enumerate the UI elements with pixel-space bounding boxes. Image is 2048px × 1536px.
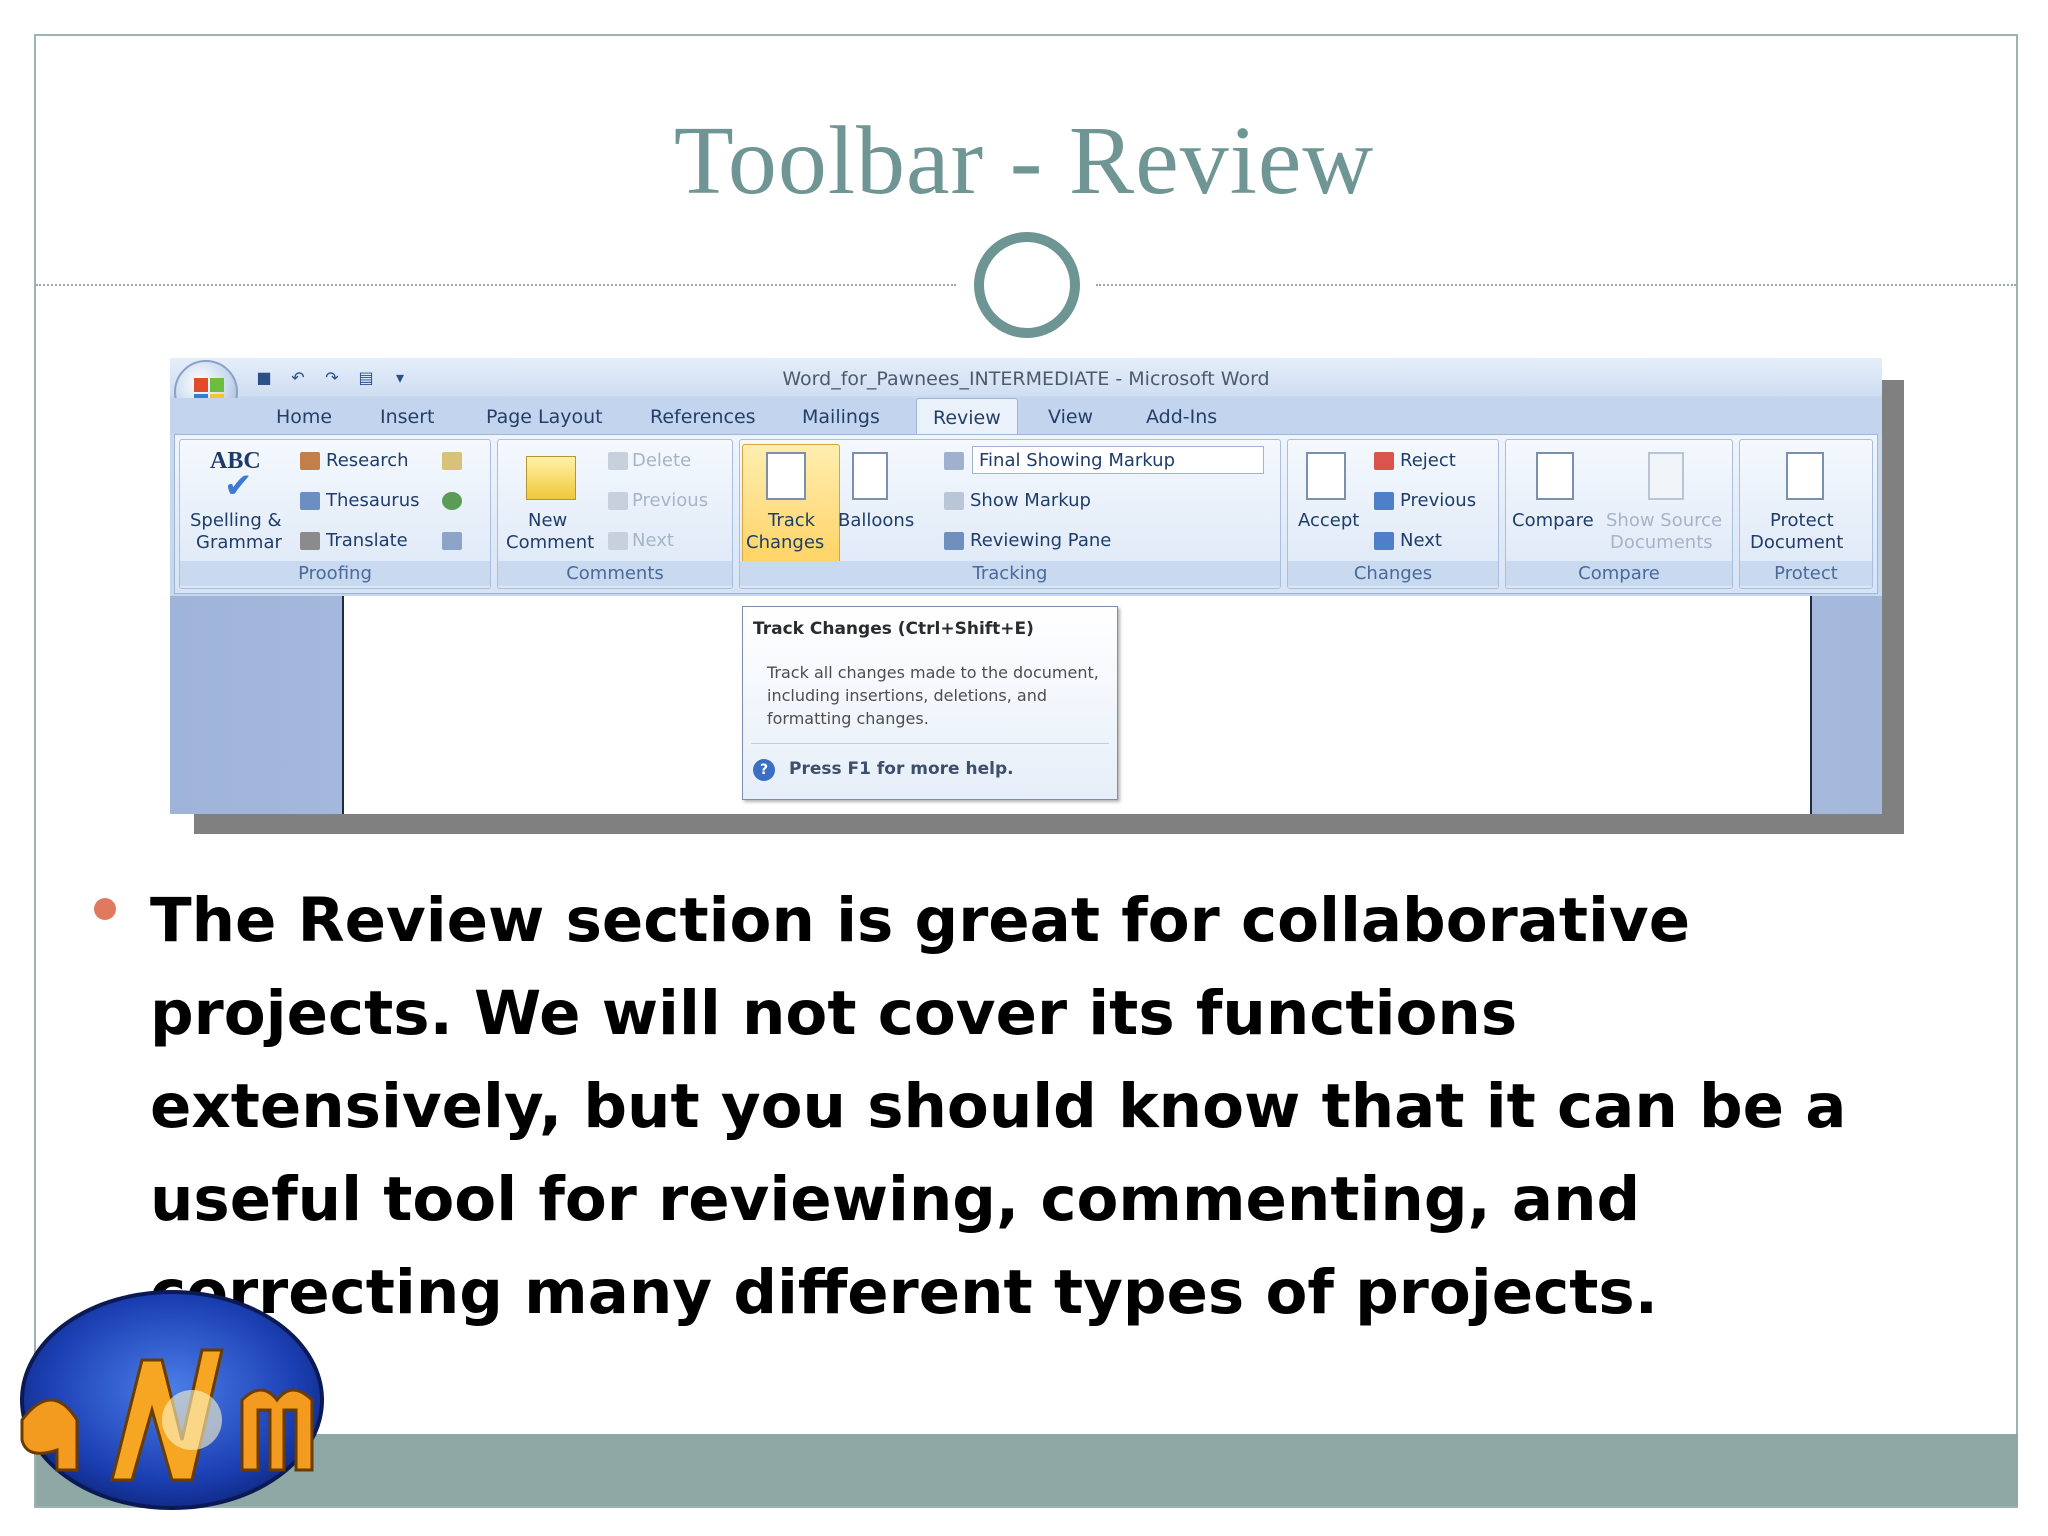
accept-icon xyxy=(1306,452,1346,500)
tab-insert[interactable]: Insert xyxy=(380,406,435,428)
proofing-group: ABC ✔ Spelling & Grammar Research Thesau… xyxy=(179,439,491,589)
tooltip-separator xyxy=(751,743,1109,744)
word-ribbon-screenshot: Word_for_Pawnees_INTERMEDIATE - Microsof… xyxy=(170,358,1882,814)
new-comment-icon xyxy=(526,456,576,500)
spelling-grammar-label-2: Grammar xyxy=(196,532,282,553)
track-changes-label-1: Track xyxy=(768,510,816,531)
title-circle-ornament xyxy=(974,232,1080,338)
tab-mailings[interactable]: Mailings xyxy=(802,406,880,428)
compare-icon xyxy=(1536,452,1574,500)
anm-logo xyxy=(20,1290,324,1510)
tooltip-help: Press F1 for more help. xyxy=(789,759,1014,779)
spelling-check-icon: ✔ xyxy=(224,466,253,506)
translation-tooltip-icon[interactable] xyxy=(442,452,462,470)
protect-group: Protect Document Protect xyxy=(1739,439,1873,589)
reject-icon xyxy=(1374,452,1394,470)
tracking-group-label: Tracking xyxy=(740,561,1280,586)
balloons-icon xyxy=(852,452,888,500)
compare-button[interactable]: Compare xyxy=(1512,510,1594,531)
translate-button[interactable]: Translate xyxy=(326,530,408,551)
tab-page-layout[interactable]: Page Layout xyxy=(486,406,603,428)
thesaurus-button[interactable]: Thesaurus xyxy=(326,490,419,511)
comments-group: New Comment Delete Previous Next Comment… xyxy=(497,439,733,589)
delete-comment-icon xyxy=(608,452,628,470)
tab-add-ins[interactable]: Add-Ins xyxy=(1146,406,1217,428)
title-divider-left xyxy=(36,284,956,286)
next-comment-icon xyxy=(608,532,628,550)
changes-group: Accept Reject Previous Next Changes xyxy=(1287,439,1499,589)
thesaurus-icon xyxy=(300,492,320,510)
show-source-documents-icon xyxy=(1648,452,1684,500)
tooltip-title: Track Changes (Ctrl+Shift+E) xyxy=(753,619,1034,639)
show-markup-icon xyxy=(944,492,964,510)
quick-access-toolbar: ■ ↶ ↷ ▤ ▾ xyxy=(252,366,412,390)
track-changes-tooltip: Track Changes (Ctrl+Shift+E) Track all c… xyxy=(742,606,1118,800)
reject-button[interactable]: Reject xyxy=(1400,450,1456,471)
previous-comment-icon xyxy=(608,492,628,510)
save-icon[interactable]: ■ xyxy=(252,367,276,389)
delete-comment-button[interactable]: Delete xyxy=(632,450,691,471)
research-button[interactable]: Research xyxy=(326,450,409,471)
reviewing-pane-button[interactable]: Reviewing Pane xyxy=(970,530,1111,551)
display-for-review-icon xyxy=(944,452,964,470)
footer-bar xyxy=(36,1434,2018,1506)
show-source-documents-button[interactable]: Show Source xyxy=(1606,510,1722,531)
undo-icon[interactable]: ↶ xyxy=(286,367,310,389)
show-source-documents-label-2: Documents xyxy=(1610,532,1713,553)
track-changes-label-2: Changes xyxy=(746,532,825,553)
reviewing-pane-icon xyxy=(944,532,964,550)
help-icon: ? xyxy=(753,759,775,781)
compare-group: Compare Show Source Documents Compare xyxy=(1505,439,1733,589)
comments-group-label: Comments xyxy=(498,561,732,586)
research-icon xyxy=(300,452,320,470)
bullet-text: The Review section is great for collabor… xyxy=(150,885,1847,1328)
set-language-icon[interactable] xyxy=(442,492,462,510)
next-comment-button[interactable]: Next xyxy=(632,530,674,551)
spelling-grammar-button[interactable]: Spelling & xyxy=(190,510,282,531)
tab-references[interactable]: References xyxy=(650,406,756,428)
window-title: Word_for_Pawnees_INTERMEDIATE - Microsof… xyxy=(782,368,1270,390)
accept-button[interactable]: Accept xyxy=(1298,510,1359,531)
translate-icon xyxy=(300,532,320,550)
new-comment-button[interactable]: New xyxy=(528,510,567,531)
redo-icon[interactable]: ↷ xyxy=(320,367,344,389)
tab-review[interactable]: Review xyxy=(916,398,1018,438)
balloons-button[interactable]: Balloons xyxy=(838,510,914,531)
tab-home[interactable]: Home xyxy=(276,406,332,428)
next-change-button[interactable]: Next xyxy=(1400,530,1442,551)
show-markup-button[interactable]: Show Markup xyxy=(970,490,1091,511)
tooltip-body: Track all changes made to the document, … xyxy=(767,663,1099,728)
previous-comment-button[interactable]: Previous xyxy=(632,490,708,511)
protect-document-label-2: Document xyxy=(1750,532,1844,553)
quick-print-icon[interactable]: ▤ xyxy=(354,367,378,389)
customize-qat-icon[interactable]: ▾ xyxy=(388,367,412,389)
compare-group-label: Compare xyxy=(1506,561,1732,586)
ribbon-tabs: Home Insert Page Layout References Maili… xyxy=(170,398,1882,438)
track-changes-icon xyxy=(766,452,806,500)
title-bar: Word_for_Pawnees_INTERMEDIATE - Microsof… xyxy=(170,358,1882,396)
ribbon: ABC ✔ Spelling & Grammar Research Thesau… xyxy=(174,434,1878,594)
tracking-group: Track Changes Balloons Final Showing Mar… xyxy=(739,439,1281,589)
tab-view[interactable]: View xyxy=(1048,406,1093,428)
previous-change-icon xyxy=(1374,492,1394,510)
changes-group-label: Changes xyxy=(1288,561,1498,586)
protect-document-icon xyxy=(1786,452,1824,500)
protect-group-label: Protect xyxy=(1740,561,1872,586)
proofing-group-label: Proofing xyxy=(180,561,490,586)
previous-change-button[interactable]: Previous xyxy=(1400,490,1476,511)
slide-title: Toolbar - Review xyxy=(673,107,1375,215)
title-divider-right xyxy=(1096,284,2016,286)
protect-document-button[interactable]: Protect xyxy=(1770,510,1834,531)
bullet-dot xyxy=(94,898,116,920)
new-comment-label-2: Comment xyxy=(506,532,595,553)
display-for-review-select[interactable]: Final Showing Markup xyxy=(972,446,1264,474)
next-change-icon xyxy=(1374,532,1394,550)
word-count-icon[interactable] xyxy=(442,532,462,550)
